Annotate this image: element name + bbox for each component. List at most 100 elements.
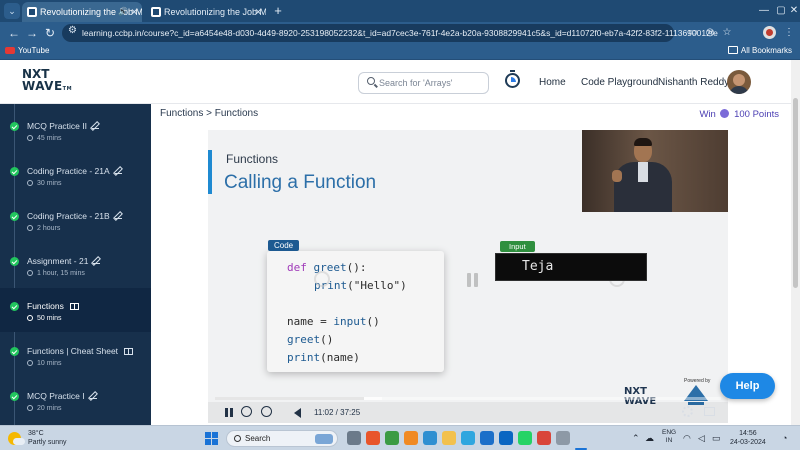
- edge-icon[interactable]: [423, 431, 437, 445]
- tab-active[interactable]: Revolutionizing the Job Ma 🔊 ✕: [22, 2, 142, 22]
- bookmark-label: YouTube: [18, 46, 50, 55]
- code-line: greet(): [287, 331, 407, 349]
- star-icon[interactable]: ☆: [720, 26, 734, 40]
- input-label: Input: [500, 241, 535, 252]
- progress-played: [215, 397, 365, 400]
- new-tab-button[interactable]: +: [270, 2, 286, 20]
- check-circle-icon: [10, 392, 19, 401]
- speaker-icon[interactable]: ◁: [698, 433, 705, 444]
- code-card: def greet(): print("Hello") name = input()…: [267, 251, 444, 372]
- check-circle-icon: [10, 212, 19, 221]
- search-box[interactable]: [358, 72, 489, 94]
- back-arrow-icon[interactable]: ←: [6, 25, 22, 41]
- sidebar-item-functions-cheat-sheet[interactable]: Functions | Cheat Sheet 10 mins: [0, 333, 151, 377]
- sidebar-item-duration: 45 mins: [37, 135, 62, 142]
- user-name[interactable]: Nishanth Reddy: [658, 77, 729, 88]
- tray-overflow-icon[interactable]: ⌃: [632, 433, 640, 444]
- eye-off-icon[interactable]: ◎: [703, 26, 717, 40]
- user-avatar[interactable]: [727, 70, 751, 94]
- points-value: 100 Points: [734, 109, 779, 120]
- search-icon: [367, 77, 375, 85]
- close-tab-icon[interactable]: ✕: [254, 2, 262, 22]
- battery-icon[interactable]: ▭: [712, 433, 721, 444]
- brave-icon[interactable]: [366, 431, 380, 445]
- sidebar-item-mcq-practice-2[interactable]: MCQ Practice II 45 mins: [0, 108, 151, 152]
- system-clock[interactable]: 14:56 24-03-2024: [730, 429, 766, 447]
- nav-home[interactable]: Home: [539, 77, 566, 88]
- language-indicator[interactable]: ENG IN: [662, 429, 676, 445]
- code-token: (name): [320, 351, 360, 364]
- chrome-active-icon[interactable]: [537, 431, 551, 445]
- code-line: name = input(): [287, 313, 407, 331]
- code-token: name =: [287, 315, 334, 328]
- reload-icon[interactable]: ↻: [42, 25, 58, 41]
- tab-search-icon[interactable]: ⌄: [4, 3, 20, 19]
- sidebar-item-label: MCQ Practice I: [27, 391, 85, 401]
- video-player[interactable]: Functions Calling a Function def greet()…: [208, 130, 728, 423]
- forward-10-icon[interactable]: [261, 406, 272, 417]
- help-button[interactable]: Help: [720, 373, 775, 399]
- bookmark-youtube[interactable]: YouTube: [5, 46, 49, 55]
- center-pause-icon[interactable]: [467, 273, 479, 287]
- address-bar[interactable]: ⚙ learning.ccbp.in/course?c_id=a6454e48-…: [62, 24, 718, 42]
- replay-10-icon[interactable]: [241, 406, 252, 417]
- fullscreen-icon[interactable]: [704, 407, 715, 416]
- sidebar-item-coding-practice-21b[interactable]: Coding Practice - 21B 2 hours: [0, 198, 151, 242]
- clock-icon: [27, 315, 33, 321]
- cast-icon[interactable]: ▭: [686, 26, 700, 40]
- settings-gear-icon[interactable]: [682, 406, 693, 417]
- rewind-icon[interactable]: [314, 271, 330, 287]
- coin-icon: [720, 109, 730, 118]
- breadcrumb[interactable]: Functions > Functions: [160, 108, 258, 119]
- notepad-icon[interactable]: [556, 431, 570, 445]
- audio-playing-icon[interactable]: 🔊: [118, 2, 128, 22]
- folder-icon[interactable]: [442, 431, 456, 445]
- scrollbar-thumb[interactable]: [793, 98, 798, 288]
- onedrive-icon[interactable]: [480, 431, 494, 445]
- code-token: ():: [346, 261, 367, 274]
- sidebar-item-assignment-21[interactable]: Assignment - 21 1 hour, 15 mins: [0, 243, 151, 287]
- file-manager-icon[interactable]: [347, 431, 361, 445]
- volume-icon[interactable]: [294, 408, 301, 418]
- forward-arrow-icon[interactable]: →: [24, 25, 40, 41]
- sidebar-item-functions[interactable]: Functions 50 mins: [0, 288, 151, 332]
- windows-start-icon[interactable]: [205, 432, 218, 445]
- sidebar-item-duration: 2 hours: [37, 225, 61, 232]
- profile-avatar-icon[interactable]: [763, 26, 776, 39]
- site-header: NXT WAVETM Home Code Playground Nishanth…: [0, 60, 800, 104]
- bookmark-label: All Bookmarks: [740, 46, 792, 55]
- wifi-icon[interactable]: ◠: [683, 433, 691, 444]
- telegram-icon[interactable]: [461, 431, 475, 445]
- pause-icon[interactable]: [223, 406, 235, 418]
- tab-inactive[interactable]: Revolutionizing the Job Market ✕: [146, 2, 266, 22]
- video-progress-bar[interactable]: [215, 397, 721, 400]
- code-token: print: [287, 351, 321, 364]
- whatsapp-icon[interactable]: [518, 431, 532, 445]
- url-text: learning.ccbp.in/course?c_id=a6454e48-d0…: [82, 28, 718, 38]
- video-controls: 11:02 / 37:25: [208, 402, 728, 423]
- chrome-icon[interactable]: [385, 431, 399, 445]
- nav-code-playground[interactable]: Code Playground: [581, 77, 658, 88]
- code-token: greet: [287, 333, 321, 346]
- stopwatch-icon[interactable]: [505, 70, 520, 88]
- sidebar-item-coding-practice-21a[interactable]: Coding Practice - 21A 30 mins: [0, 153, 151, 197]
- youtube-icon: [5, 47, 15, 54]
- close-tab-icon[interactable]: ✕: [130, 2, 138, 22]
- sidebar-item-label: Assignment - 21: [27, 256, 89, 266]
- more-menu-icon[interactable]: ⋮: [782, 26, 796, 40]
- search-input[interactable]: [379, 76, 484, 90]
- firefox-icon[interactable]: [404, 431, 418, 445]
- sidebar-item-label: Coding Practice - 21A: [27, 166, 110, 176]
- close-window-button[interactable]: ✕: [782, 3, 800, 19]
- nxtwave-logo[interactable]: NXT WAVETM: [22, 68, 82, 96]
- browser-tab-bar: ⌄ Revolutionizing the Job Ma 🔊 ✕ Revolut…: [0, 0, 800, 22]
- linkedin-icon[interactable]: [499, 431, 513, 445]
- notification-bell-icon[interactable]: ◔: [782, 433, 787, 443]
- taskbar-search[interactable]: Search: [226, 430, 338, 447]
- site-settings-icon[interactable]: ⚙: [68, 25, 77, 36]
- cloud-tray-icon[interactable]: ☁: [645, 433, 654, 444]
- sidebar-item-mcq-practice-1[interactable]: MCQ Practice I 20 mins: [0, 378, 151, 422]
- pencil-icon: [91, 122, 99, 129]
- all-bookmarks-button[interactable]: All Bookmarks: [727, 46, 792, 55]
- page-scrollbar[interactable]: [791, 60, 800, 425]
